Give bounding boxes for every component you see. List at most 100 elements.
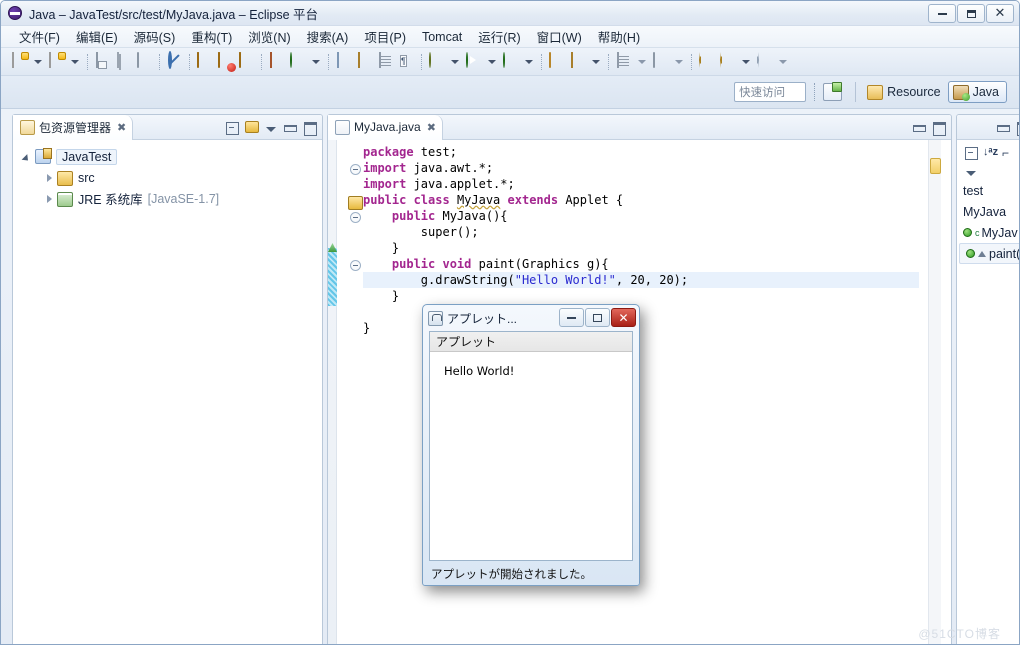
menu-item-file[interactable]: 文件(F) xyxy=(11,25,68,48)
quick-access-input[interactable]: 快速访问 xyxy=(734,82,807,102)
menu-item-run[interactable]: 运行(R) xyxy=(470,25,528,48)
tab-package-explorer[interactable]: 包资源管理器 ✖ xyxy=(13,114,134,140)
run-button[interactable] xyxy=(463,51,484,73)
perspective-java[interactable]: Java xyxy=(947,81,1007,103)
maximize-icon[interactable] xyxy=(303,121,317,136)
menu-item-source[interactable]: 源码(S) xyxy=(126,25,184,48)
open-folder-button[interactable] xyxy=(546,51,567,73)
menu-item-window[interactable]: 窗口(W) xyxy=(529,25,590,48)
outline-item-constructor-label: MyJav xyxy=(981,225,1018,240)
menu-item-project[interactable]: 项目(P) xyxy=(356,25,414,48)
fold-marker[interactable] xyxy=(350,164,361,175)
next-annotation-button[interactable] xyxy=(613,51,634,73)
applet-close-button[interactable]: ✕ xyxy=(611,308,636,327)
tomcat-start-button[interactable] xyxy=(194,51,215,73)
tomcat-stop-button[interactable] xyxy=(215,51,236,73)
search-dropdown-icon[interactable] xyxy=(592,59,600,64)
new-file-dropdown-icon[interactable] xyxy=(34,59,42,64)
coverage-dropdown-icon[interactable] xyxy=(525,59,533,64)
previous-edit-dropdown-icon[interactable] xyxy=(675,59,683,64)
forward-button[interactable] xyxy=(754,51,775,73)
perspective-resource[interactable]: Resource xyxy=(863,81,948,103)
menu-item-refactor[interactable]: 重构(T) xyxy=(183,25,240,48)
skip-breakpoints-button[interactable] xyxy=(164,51,185,73)
previous-edit-button[interactable] xyxy=(650,51,671,73)
next-annotation-dropdown-icon[interactable] xyxy=(638,59,646,64)
new-wizard-dropdown-icon[interactable] xyxy=(71,59,79,64)
sort-icon[interactable]: ↓ᵃz xyxy=(983,146,998,159)
print-button[interactable] xyxy=(134,51,155,73)
new-class-dropdown-icon[interactable] xyxy=(312,59,320,64)
coverage-button[interactable] xyxy=(500,51,521,73)
forward-dropdown-icon[interactable] xyxy=(779,59,787,64)
applet-maximize-button[interactable] xyxy=(585,308,610,327)
search-button[interactable] xyxy=(567,51,588,73)
scrollbar-thumb[interactable] xyxy=(930,158,941,174)
view-menu-icon[interactable] xyxy=(266,127,276,132)
outline-item-constructor[interactable]: c MyJav xyxy=(957,222,1019,243)
outline-item-test[interactable]: test xyxy=(957,180,1019,201)
save-all-button[interactable] xyxy=(113,51,134,73)
tomcat-restart-button[interactable] xyxy=(236,51,257,73)
outline-menu-row xyxy=(957,162,1019,180)
back-button[interactable] xyxy=(696,51,717,73)
applet-menu-bar[interactable]: アプレット xyxy=(430,332,632,352)
maximize-icon[interactable] xyxy=(1016,121,1019,136)
java-applet-icon xyxy=(428,310,443,326)
close-icon[interactable]: ✖ xyxy=(117,121,126,134)
menu-item-edit[interactable]: 编辑(E) xyxy=(68,25,126,48)
collapse-all-icon[interactable] xyxy=(225,121,239,135)
pen-button[interactable] xyxy=(354,51,375,73)
code-line: import java.applet.*; xyxy=(363,177,515,191)
minimize-icon[interactable] xyxy=(283,121,297,134)
applet-minimize-button[interactable] xyxy=(559,308,584,327)
maximize-icon[interactable] xyxy=(932,121,946,136)
debug-button[interactable] xyxy=(426,51,447,73)
new-package-button[interactable] xyxy=(266,51,287,73)
link-with-editor-icon[interactable] xyxy=(245,121,259,133)
window-close-button[interactable]: ✕ xyxy=(986,4,1014,23)
open-perspective-icon[interactable] xyxy=(823,82,843,101)
menu-item-navigate[interactable]: 浏览(N) xyxy=(240,25,298,48)
new-wizard-button[interactable] xyxy=(46,51,67,73)
back-dropdown-icon[interactable] xyxy=(742,59,750,64)
outline-item-myjava[interactable]: MyJava xyxy=(957,201,1019,222)
new-file-button[interactable] xyxy=(9,51,30,73)
minimize-icon[interactable] xyxy=(996,121,1010,134)
run-dropdown-icon[interactable] xyxy=(488,59,496,64)
expand-twisty-icon[interactable] xyxy=(43,171,56,184)
menu-item-help[interactable]: 帮助(H) xyxy=(590,25,648,48)
toolbar-separator xyxy=(189,53,190,70)
fold-marker[interactable] xyxy=(350,260,361,271)
close-icon[interactable]: ✖ xyxy=(427,121,436,134)
back-history-button[interactable] xyxy=(717,51,738,73)
save-button[interactable] xyxy=(92,51,113,73)
table-button[interactable] xyxy=(375,51,396,73)
tree-item-jre[interactable]: JRE 系统库 [JavaSE-1.7] xyxy=(13,188,322,209)
warning-marker-icon[interactable] xyxy=(348,196,363,210)
tree-item-javatest[interactable]: JavaTest xyxy=(13,146,322,167)
menu-item-search[interactable]: 搜索(A) xyxy=(299,25,357,48)
filter-icon[interactable]: ⌐ xyxy=(1002,146,1015,160)
eclipse-logo-icon xyxy=(8,6,22,20)
tree-item-src[interactable]: src xyxy=(13,167,322,188)
new-class-button[interactable] xyxy=(287,51,308,73)
minimize-icon[interactable] xyxy=(912,121,926,134)
external-tools-button[interactable] xyxy=(333,51,354,73)
perspective-java-label: Java xyxy=(972,85,999,99)
view-menu-icon[interactable] xyxy=(966,171,976,176)
window-minimize-button[interactable] xyxy=(928,4,956,23)
outline-item-paint[interactable]: paint( xyxy=(959,243,1019,264)
pilcrow-button[interactable]: ¶ xyxy=(396,51,417,73)
expand-twisty-icon[interactable] xyxy=(21,150,34,163)
window-maximize-button[interactable] xyxy=(957,4,985,23)
collapse-all-icon[interactable] xyxy=(964,146,978,160)
fold-marker[interactable] xyxy=(350,212,361,223)
editor-vertical-scrollbar[interactable] xyxy=(928,140,941,644)
tab-myjava-java[interactable]: MyJava.java ✖ xyxy=(328,114,443,140)
menu-item-tomcat[interactable]: Tomcat xyxy=(414,28,470,46)
outline-view-buttons xyxy=(996,121,1019,136)
applet-viewer-dialog[interactable]: アプレット... ✕ アプレット Hello World! アプレットが開始され… xyxy=(422,304,640,586)
expand-twisty-icon[interactable] xyxy=(43,192,56,205)
debug-dropdown-icon[interactable] xyxy=(451,59,459,64)
